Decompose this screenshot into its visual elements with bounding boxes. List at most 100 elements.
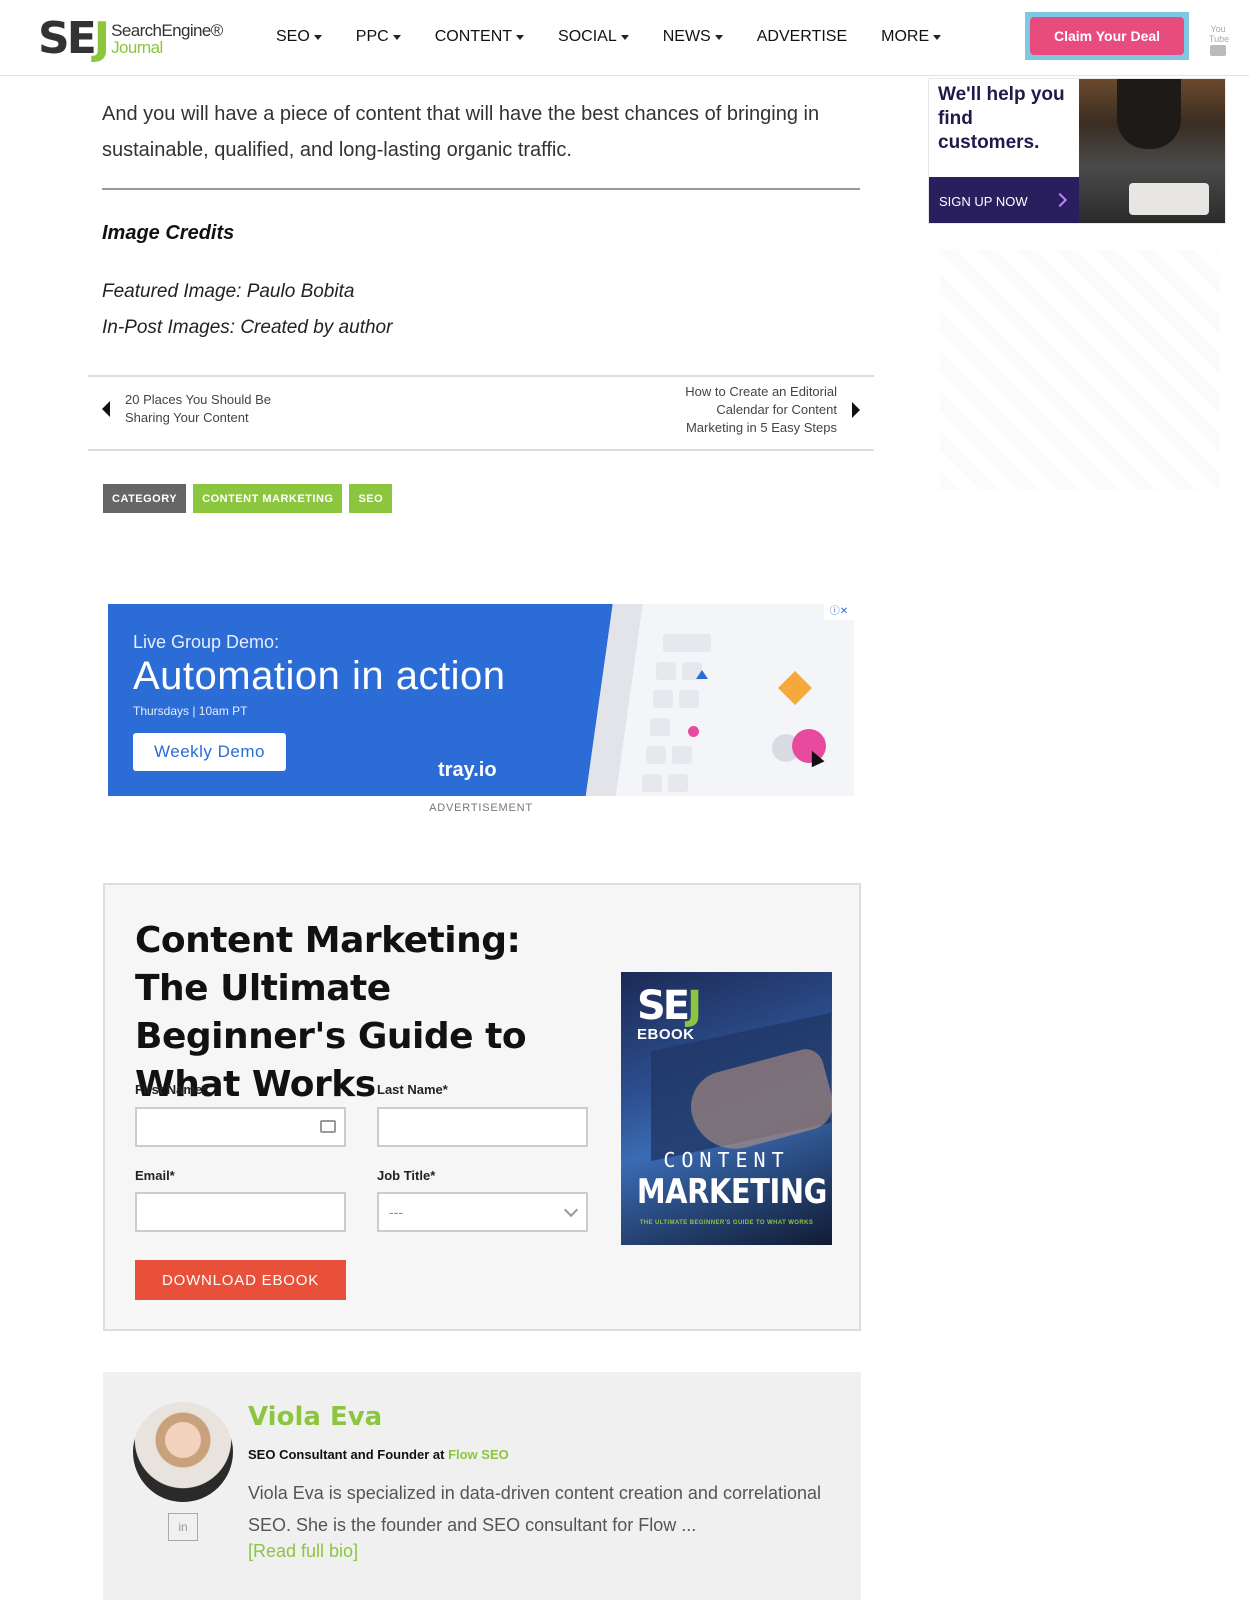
ebook-signup-form: Content Marketing: The Ultimate Beginner… [103, 883, 861, 1331]
ad-choices-icon[interactable]: ⓘ✕ [824, 604, 854, 620]
next-post-link[interactable]: How to Create an Editorial Calendar for … [657, 383, 860, 437]
contact-card-icon [320, 1120, 336, 1133]
last-name-field[interactable] [377, 1107, 588, 1147]
read-full-bio-link[interactable]: [Read full bio] [248, 1541, 358, 1562]
sign-up-now-label: SIGN UP NOW [939, 193, 1028, 209]
first-name-label: First Name* [135, 1082, 208, 1097]
ad-illustration-cell [650, 718, 670, 736]
credit-featured-image: Featured Image: Paulo Bobita [102, 281, 355, 302]
sidebar-advertisement[interactable]: We'll help you find customers. SIGN UP N… [928, 78, 1226, 224]
next-post-title: How to Create an Editorial Calendar for … [685, 384, 837, 435]
claim-deal-button[interactable]: Claim Your Deal [1030, 17, 1184, 55]
cover-kicker: EBOOK [637, 1026, 695, 1043]
sidebar-ad-text: We'll help you find customers. [938, 84, 1065, 153]
author-bio-text: Viola Eva is specialized in data-driven … [248, 1483, 822, 1535]
main-nav: SEO PPC CONTENT SOCIAL NEWS ADVERTISE MO… [276, 24, 975, 50]
nav-label: PPC [355, 28, 389, 45]
sidebar-ad-photo [1079, 79, 1225, 223]
job-title-select[interactable]: --- [377, 1192, 588, 1232]
caret-down-icon [933, 34, 942, 40]
linkedin-icon[interactable]: in [168, 1513, 198, 1541]
cover-title-main: MARKETING [636, 1172, 827, 1212]
ad-illustration-cell [642, 774, 662, 792]
tag-content-marketing[interactable]: CONTENT MARKETING [193, 484, 343, 513]
caret-down-icon [714, 34, 723, 40]
ad-illustration-cell [663, 634, 711, 652]
claim-deal-focus-ring: Claim Your Deal [1025, 12, 1189, 60]
email-field[interactable] [135, 1192, 346, 1232]
nav-item-advertise[interactable]: ADVERTISE [757, 24, 847, 50]
author-role-text: SEO Consultant and Founder at [248, 1447, 449, 1462]
ebook-cover-image[interactable]: SEJ EBOOK CONTENT MARKETING THE ULTIMATE… [621, 972, 832, 1245]
site-header: SEJ SearchEngine® Journal SEO PPC CONTEN… [0, 0, 1249, 76]
nav-label: MORE [881, 28, 930, 45]
ad-illustration-cell [668, 774, 688, 792]
youtube-icon-box [1210, 45, 1226, 56]
ad-brand-logo: tray.io [438, 759, 497, 781]
sidebar-faded-placeholder [940, 250, 1220, 490]
author-company-link[interactable]: Flow SEO [448, 1447, 509, 1462]
previous-post-title: 20 Places You Should Be Sharing Your Con… [125, 392, 272, 425]
category-label: CATEGORY [103, 484, 187, 513]
photo-paper-graphic [1129, 183, 1209, 215]
youtube-icon[interactable]: You Tube [1209, 24, 1230, 56]
nav-label: ADVERTISE [756, 28, 848, 45]
job-title-selected: --- [389, 1204, 403, 1220]
pink-dot-shape [688, 726, 699, 737]
author-name[interactable]: Viola Eva [248, 1402, 382, 1432]
caret-down-icon [313, 34, 322, 40]
caret-down-icon [620, 34, 629, 40]
ebook-title: Content Marketing: The Ultimate Beginner… [135, 920, 527, 1105]
chevron-down-icon [563, 1202, 579, 1217]
nav-item-social[interactable]: SOCIAL [558, 24, 629, 50]
author-avatar[interactable] [133, 1402, 233, 1502]
download-ebook-button[interactable]: DOWNLOAD EBOOK [135, 1260, 346, 1300]
nav-label: SEO [276, 28, 310, 45]
ad-schedule: Thursdays | 10am PT [133, 704, 248, 718]
image-credits-heading: Image Credits [102, 222, 235, 244]
triangle-shape-icon [696, 670, 708, 679]
email-label: Email* [135, 1168, 175, 1183]
author-role: SEO Consultant and Founder at Flow SEO [248, 1447, 509, 1462]
nav-item-content[interactable]: CONTENT [435, 24, 525, 50]
ad-title: Automation in action [133, 654, 506, 698]
photo-person-graphic [1117, 79, 1181, 149]
weekly-demo-button[interactable]: Weekly Demo [133, 733, 286, 771]
nav-item-seo[interactable]: SEO [276, 24, 322, 50]
job-title-label: Job Title* [377, 1168, 436, 1183]
nav-item-ppc[interactable]: PPC [356, 24, 401, 50]
ad-illustration-cell [646, 746, 666, 764]
previous-post-link[interactable]: 20 Places You Should Be Sharing Your Con… [102, 391, 285, 427]
ad-illustration-cell [653, 690, 673, 708]
youtube-icon-label: You Tube [1209, 24, 1230, 44]
nav-label: SOCIAL [558, 28, 617, 45]
author-bio-box: in Viola Eva SEO Consultant and Founder … [103, 1372, 861, 1600]
first-name-field[interactable] [135, 1107, 346, 1147]
logo-line-1: SearchEngine® [111, 21, 223, 40]
nav-label: NEWS [662, 28, 711, 45]
caret-down-icon [392, 34, 401, 40]
site-logo[interactable]: SEJ SearchEngine® Journal [38, 16, 223, 62]
cover-logo-j: J [687, 983, 702, 1029]
article-closing-paragraph: And you will have a piece of content tha… [102, 103, 820, 161]
nav-item-news[interactable]: NEWS [663, 24, 723, 50]
sign-up-now-button[interactable]: SIGN UP NOW [929, 177, 1079, 223]
ad-subtitle: Live Group Demo: [133, 632, 280, 652]
cover-tagline: THE ULTIMATE BEGINNER'S GUIDE TO WHAT WO… [639, 1220, 814, 1226]
cover-logo: SEJ [637, 983, 702, 1029]
tag-seo[interactable]: SEO [349, 484, 393, 513]
nav-item-more[interactable]: MORE [881, 24, 942, 50]
logo-wordmark: SearchEngine® Journal [111, 22, 223, 56]
chevron-right-icon [1052, 192, 1068, 208]
arrow-left-icon [102, 401, 110, 417]
advertisement-label: ADVERTISEMENT [429, 802, 533, 814]
post-navigation: 20 Places You Should Be Sharing Your Con… [88, 375, 874, 451]
ad-illustration-cell [656, 662, 676, 680]
logo-line-2: Journal [111, 38, 163, 57]
banner-advertisement[interactable]: Live Group Demo: Automation in action Th… [108, 604, 854, 796]
cover-logo-se: SE [637, 983, 690, 1029]
logo-mark: SEJ [38, 13, 110, 64]
cover-title-top: CONTENT [663, 1148, 790, 1172]
ad-illustration-cell [672, 746, 692, 764]
arrow-right-icon [852, 402, 860, 418]
